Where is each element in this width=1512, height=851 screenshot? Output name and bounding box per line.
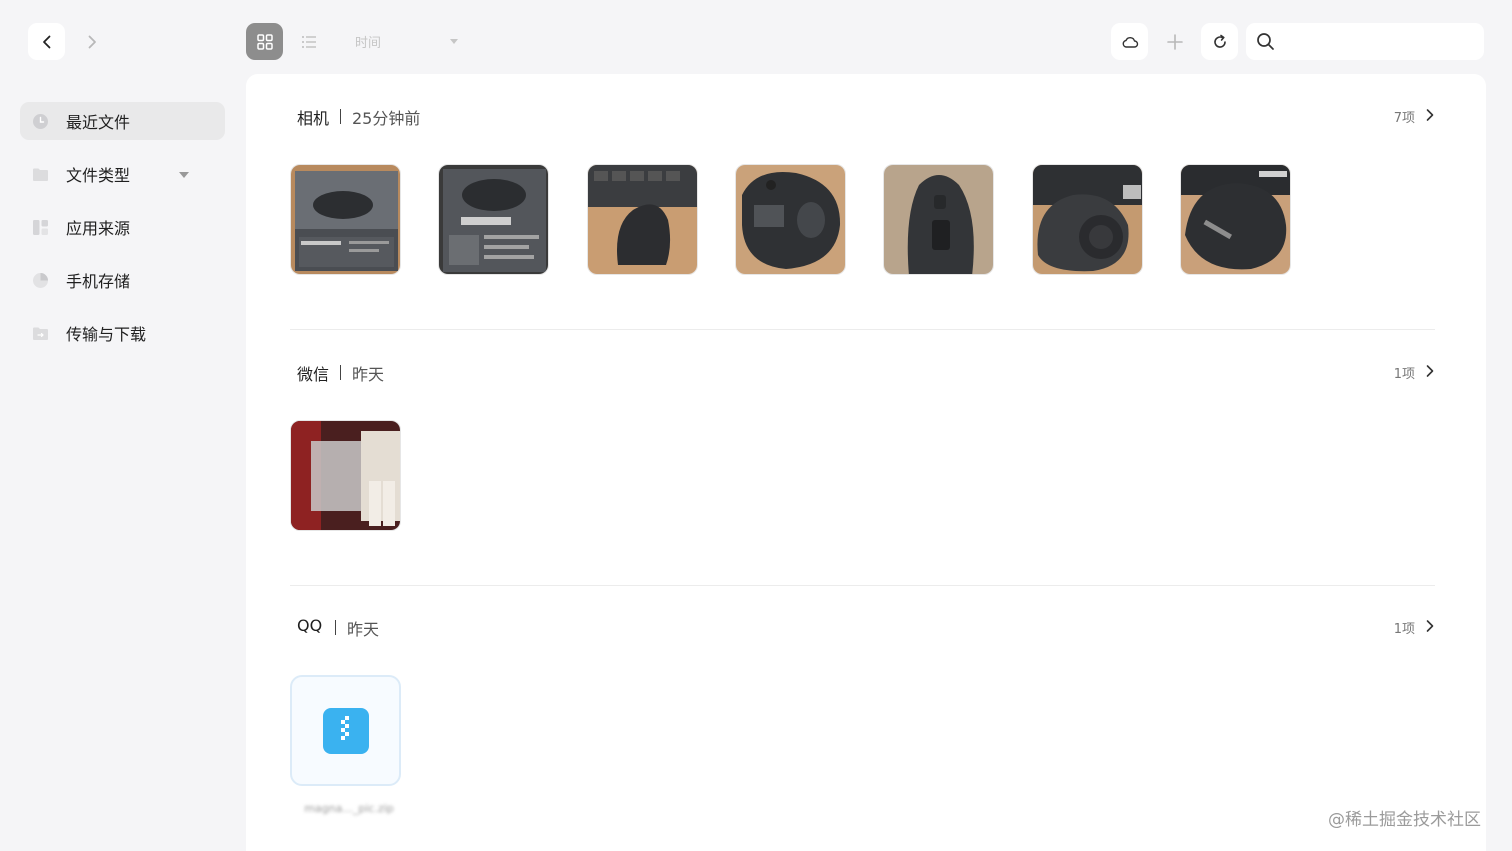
- section-separator: [335, 620, 336, 635]
- section-separator: [340, 109, 341, 124]
- sidebar: 最近文件 文件类型 应用来源 手机存储 传输与下载: [20, 102, 225, 367]
- chevron-right-icon[interactable]: [1425, 364, 1435, 378]
- caret-down-icon: [450, 39, 458, 44]
- sidebar-item-recent-files[interactable]: 最近文件: [20, 102, 225, 140]
- sort-value: 时间: [355, 36, 382, 51]
- file-name: magna..._pic.zip: [304, 802, 394, 815]
- section-count: 7项: [1393, 111, 1415, 126]
- section-source: 相机: [297, 109, 330, 128]
- section-camera: 相机 25分钟前 7项: [290, 101, 1435, 275]
- section-wechat: 微信 昨天 1项: [290, 357, 1435, 531]
- sidebar-item-label: 最近文件: [66, 113, 131, 132]
- search-icon: [1257, 33, 1274, 50]
- photo-thumbnail[interactable]: [1180, 164, 1291, 275]
- photo-thumbnail[interactable]: [290, 420, 401, 531]
- add-button[interactable]: [1156, 23, 1193, 60]
- sidebar-item-label: 传输与下载: [66, 325, 147, 344]
- section-header[interactable]: 微信 昨天 1项: [290, 357, 1435, 387]
- section-header[interactable]: QQ 昨天 1项: [290, 612, 1435, 642]
- chevron-right-icon[interactable]: [1425, 108, 1435, 122]
- section-time: 昨天: [352, 365, 385, 384]
- sidebar-item-label: 应用来源: [66, 219, 131, 238]
- chevron-right-icon[interactable]: [1425, 619, 1435, 633]
- photo-thumbnail[interactable]: [1032, 164, 1143, 275]
- sidebar-item-file-types[interactable]: 文件类型: [20, 155, 225, 193]
- sort-dropdown[interactable]: 时间: [341, 23, 471, 60]
- back-button[interactable]: [28, 23, 65, 60]
- clock-icon: [33, 114, 48, 129]
- search-input[interactable]: [1286, 23, 1476, 60]
- apps-icon: [33, 220, 48, 235]
- section-qq: QQ 昨天 1项 magna..._pic.zip: [290, 612, 1435, 815]
- list-icon: [301, 35, 316, 48]
- thumbnail-grid: [290, 420, 1390, 532]
- sidebar-item-label: 文件类型: [66, 166, 131, 185]
- section-divider: [290, 585, 1435, 586]
- photo-thumbnail[interactable]: [587, 164, 698, 275]
- zip-file-tile[interactable]: [290, 675, 401, 786]
- refresh-icon: [1213, 34, 1226, 48]
- section-count: 1项: [1393, 622, 1415, 637]
- section-time: 25分钟前: [352, 109, 421, 128]
- watermark: @稀土掘金技术社区: [1328, 810, 1481, 830]
- zip-archive-icon: [323, 708, 369, 754]
- photo-thumbnail[interactable]: [290, 164, 401, 275]
- grid-icon: [256, 33, 273, 50]
- photo-thumbnail[interactable]: [883, 164, 994, 275]
- section-time: 昨天: [347, 620, 380, 639]
- list-view-toggle[interactable]: [290, 23, 327, 60]
- section-separator: [340, 365, 341, 380]
- photo-thumbnail[interactable]: [438, 164, 549, 275]
- main-panel: 相机 25分钟前 7项 微信 昨天 1项 QQ 昨天 1项 magna..._p…: [246, 74, 1486, 851]
- chevron-left-icon: [42, 35, 50, 48]
- cloud-button[interactable]: [1111, 23, 1148, 60]
- grid-view-toggle[interactable]: [246, 23, 283, 60]
- forward-button[interactable]: [73, 23, 110, 60]
- cloud-icon: [1122, 36, 1138, 48]
- section-count: 1项: [1393, 367, 1415, 382]
- caret-down-icon[interactable]: [179, 172, 189, 178]
- file-manager-window: 时间 最近文件 文件类型 应用来源 手机存储 传输与下载 相机 25分钟前 7项…: [0, 0, 1512, 851]
- folder-icon: [33, 168, 48, 181]
- sidebar-item-phone-storage[interactable]: 手机存储: [20, 261, 225, 299]
- pie-chart-icon: [33, 273, 48, 288]
- sidebar-item-label: 手机存储: [66, 272, 131, 291]
- thumbnail-grid: [290, 164, 1390, 276]
- photo-thumbnail[interactable]: [735, 164, 846, 275]
- sidebar-item-transfer-downloads[interactable]: 传输与下载: [20, 314, 225, 352]
- chevron-right-icon: [88, 35, 96, 48]
- refresh-button[interactable]: [1201, 23, 1238, 60]
- section-source: QQ: [297, 616, 323, 635]
- sidebar-item-app-sources[interactable]: 应用来源: [20, 208, 225, 246]
- section-source: 微信: [297, 365, 330, 384]
- search-box[interactable]: [1246, 23, 1484, 60]
- plus-icon: [1166, 33, 1183, 50]
- section-divider: [290, 329, 1435, 330]
- transfer-folder-icon: [33, 327, 48, 340]
- section-header[interactable]: 相机 25分钟前 7项: [290, 101, 1435, 131]
